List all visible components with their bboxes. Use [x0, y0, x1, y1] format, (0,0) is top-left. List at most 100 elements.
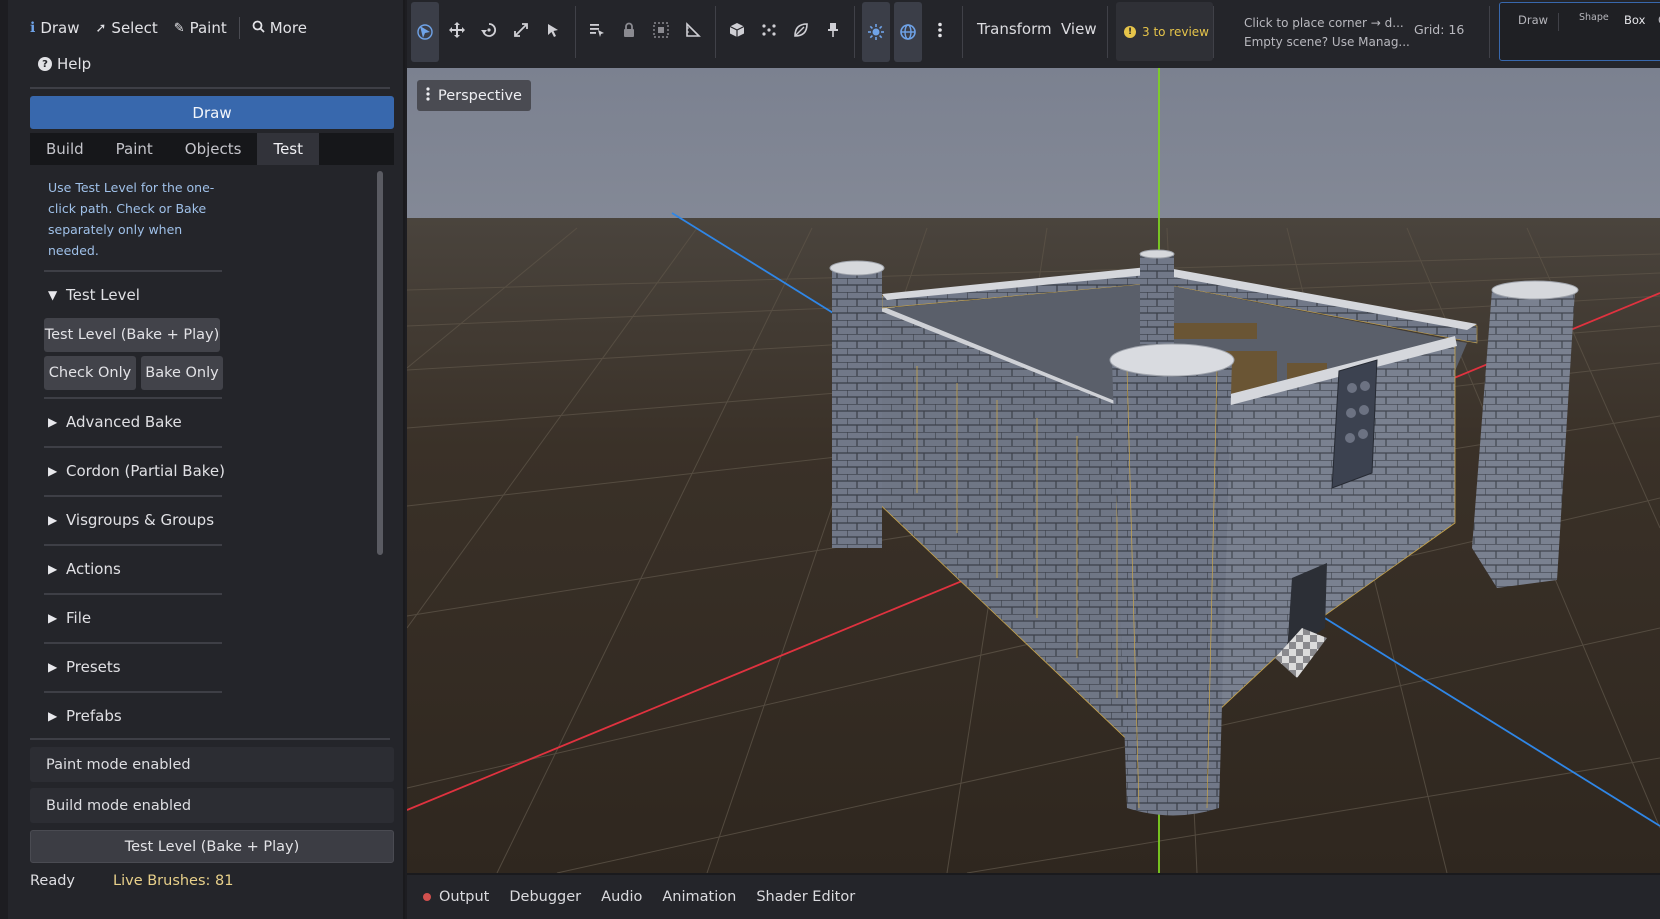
3d-viewport[interactable]: Perspective — [407, 68, 1660, 873]
tool-hint: Click to place corner → d... Empty scene… — [1244, 14, 1410, 52]
brush-icon: ✎ — [173, 20, 185, 36]
grid-size[interactable]: Grid: 16 — [1414, 22, 1464, 37]
sun-icon[interactable] — [862, 2, 890, 62]
tab-shader-editor[interactable]: Shader Editor — [756, 889, 855, 905]
divider — [44, 691, 222, 693]
snap-points-icon[interactable] — [755, 12, 783, 48]
toolbar-separator — [962, 6, 963, 58]
mini-box-option[interactable]: Box — [1624, 13, 1645, 27]
tab-test[interactable]: Test — [257, 133, 319, 165]
panel-scrollbar[interactable] — [377, 171, 383, 555]
mini-shape-label: Shape — [1579, 12, 1609, 23]
cube-icon[interactable] — [723, 12, 751, 48]
tool-hint-line2: Empty scene? Use Manag... — [1244, 35, 1410, 49]
section-label: File — [66, 609, 92, 627]
collapsed-triangle-icon: ▶ — [48, 562, 58, 576]
collapsed-triangle-icon: ▶ — [48, 464, 58, 478]
tab-animation[interactable]: Animation — [662, 889, 736, 905]
toolbar-separator — [715, 6, 716, 58]
section-advanced-bake[interactable]: ▶ Advanced Bake — [48, 410, 182, 434]
perspective-label: Perspective — [438, 87, 522, 104]
menu-select-label: Select — [111, 19, 158, 37]
menu-draw[interactable]: ℹ Draw — [22, 14, 88, 42]
section-prefabs[interactable]: ▶ Prefabs — [48, 704, 122, 728]
scene-render[interactable] — [407, 68, 1660, 873]
section-file[interactable]: ▶ File — [48, 606, 91, 630]
menu-draw-label: Draw — [40, 19, 80, 37]
perspective-menu[interactable]: Perspective — [417, 80, 531, 111]
section-presets[interactable]: ▶ Presets — [48, 655, 121, 679]
tab-output[interactable]: Output — [423, 889, 489, 905]
menu-help-item[interactable]: ? Help — [30, 50, 99, 78]
test-level-button[interactable]: Test Level (Bake + Play) — [44, 318, 220, 352]
list-select-icon[interactable] — [583, 12, 611, 48]
viewport-toolbar: Transform View ! 3 to review Click to pl… — [407, 0, 1660, 68]
view-menu[interactable]: View — [1061, 20, 1097, 38]
editor-window: ℹ Draw ➚ Select ✎ Paint More ? Help Draw… — [0, 0, 1660, 919]
draw-mode-button[interactable]: Draw — [30, 96, 394, 129]
move-icon[interactable] — [443, 12, 471, 48]
cursor-icon: ➚ — [95, 20, 107, 36]
paint-mode-status: Paint mode enabled — [30, 747, 394, 782]
divider — [30, 738, 390, 740]
section-label: Presets — [66, 658, 121, 676]
warning-icon: ! — [1124, 25, 1136, 38]
kebab-menu-icon[interactable] — [926, 12, 954, 48]
section-test-level-label: Test Level — [66, 286, 140, 304]
review-badge[interactable]: ! 3 to review — [1116, 2, 1213, 61]
divider — [44, 544, 222, 546]
lock-icon[interactable] — [615, 12, 643, 48]
collapsed-triangle-icon: ▶ — [48, 415, 58, 429]
tab-objects[interactable]: Objects — [169, 133, 258, 165]
divider — [44, 593, 222, 595]
group-icon[interactable] — [647, 12, 675, 48]
dock-menu: ℹ Draw ➚ Select ✎ Paint More — [22, 14, 315, 42]
kebab-menu-icon — [426, 86, 430, 105]
expanded-triangle-icon: ▼ — [48, 288, 58, 302]
section-label: Cordon (Partial Bake) — [66, 462, 226, 480]
collapsed-triangle-icon: ▶ — [48, 660, 58, 674]
transform-menu[interactable]: Transform — [977, 20, 1052, 38]
check-only-button[interactable]: Check Only — [44, 356, 136, 390]
tab-paint[interactable]: Paint — [100, 133, 169, 165]
search-icon — [252, 19, 265, 37]
review-count: 3 to review — [1142, 24, 1209, 39]
tab-audio[interactable]: Audio — [601, 889, 642, 905]
tab-build[interactable]: Build — [30, 133, 100, 165]
menu-help[interactable]: ? Help — [30, 50, 99, 78]
build-mode-status: Build mode enabled — [30, 788, 394, 823]
ruler-icon[interactable] — [679, 12, 707, 48]
bake-only-button[interactable]: Bake Only — [141, 356, 223, 390]
test-level-bottom-button[interactable]: Test Level (Bake + Play) — [30, 830, 394, 863]
menu-paint-label: Paint — [189, 19, 227, 37]
section-label: Prefabs — [66, 707, 122, 725]
tab-debugger[interactable]: Debugger — [509, 889, 581, 905]
section-label: Visgroups & Groups — [66, 511, 215, 529]
scale-icon[interactable] — [507, 12, 535, 48]
menu-paint[interactable]: ✎ Paint — [166, 14, 235, 42]
menu-help-label: Help — [57, 55, 92, 73]
test-panel: Use Test Level for the one-click path. C… — [30, 167, 394, 733]
section-cordon[interactable]: ▶ Cordon (Partial Bake) — [48, 459, 225, 483]
section-test-level[interactable]: ▼ Test Level — [48, 283, 140, 307]
select-mode-icon[interactable] — [411, 2, 439, 62]
toolbar-separator — [854, 6, 855, 58]
collapsed-triangle-icon: ▶ — [48, 513, 58, 527]
pointer-icon[interactable] — [539, 12, 567, 48]
bottom-panel-tabs: Output Debugger Audio Animation Shader E… — [407, 873, 1660, 919]
section-visgroups[interactable]: ▶ Visgroups & Groups — [48, 508, 214, 532]
mini-separator — [1558, 13, 1559, 31]
section-actions[interactable]: ▶ Actions — [48, 557, 121, 581]
menu-select[interactable]: ➚ Select — [88, 14, 166, 42]
globe-icon[interactable] — [894, 2, 922, 62]
menu-more[interactable]: More — [244, 14, 315, 42]
pin-icon[interactable] — [819, 12, 847, 48]
divider — [44, 446, 222, 448]
live-brushes-count: Live Brushes: 81 — [113, 873, 234, 889]
rotate-icon[interactable] — [475, 12, 503, 48]
tab-output-label: Output — [439, 889, 490, 905]
divider — [30, 87, 390, 89]
ready-status: Ready — [30, 873, 76, 889]
mini-draw-tab[interactable]: Draw — [1518, 13, 1548, 27]
leaf-icon[interactable] — [787, 12, 815, 48]
